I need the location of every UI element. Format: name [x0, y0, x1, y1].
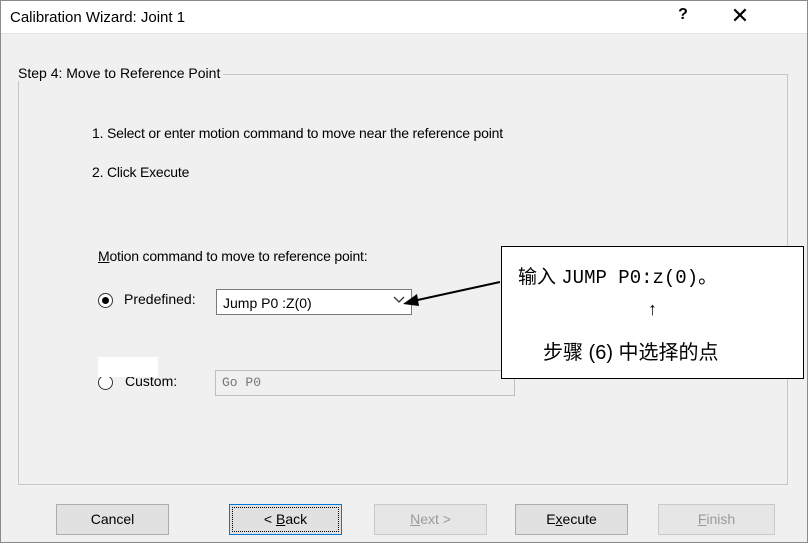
annotation-callout: 输入 JUMP P0:z(0)。 ↑ 步骤 (6) 中选择的点: [501, 246, 804, 379]
title-bar: Calibration Wizard: Joint 1 ? ✕: [1, 1, 807, 34]
motion-command-label: Motion command to move to reference poin…: [98, 248, 368, 264]
focus-ring: [232, 507, 339, 532]
window-title: Calibration Wizard: Joint 1: [10, 9, 186, 26]
finish-button[interactable]: Finish: [658, 504, 775, 535]
execute-hotkey: x: [555, 511, 563, 527]
next-rest: ext >: [420, 511, 451, 527]
callout-prefix: 输入: [518, 267, 562, 288]
predefined-radio-label: Predefined:: [124, 291, 196, 307]
calibration-wizard-dialog: Calibration Wizard: Joint 1 ? ✕ Step 4: …: [0, 0, 808, 543]
custom-command-input[interactable]: Go P0: [215, 370, 515, 396]
callout-note: 步骤 (6) 中选择的点: [543, 342, 719, 364]
help-button[interactable]: ?: [673, 6, 693, 24]
execute-prefix: E: [546, 511, 556, 527]
motion-label-hotkey: M: [98, 248, 110, 264]
predefined-command-value: Jump P0 :Z(0): [223, 295, 312, 311]
custom-command-value: Go P0: [222, 375, 262, 390]
motion-label-rest: otion command to move to reference point…: [109, 248, 368, 264]
instruction-1: 1. Select or enter motion command to mov…: [92, 125, 503, 141]
close-button[interactable]: ✕: [721, 3, 759, 29]
arrow-icon: [403, 281, 501, 306]
predefined-command-select[interactable]: Jump P0 :Z(0): [216, 289, 412, 315]
callout-suffix: 。: [698, 267, 718, 288]
back-button[interactable]: < Back: [229, 504, 342, 535]
redaction-box: [98, 357, 158, 377]
next-button[interactable]: Next >: [374, 504, 487, 535]
next-hotkey: N: [410, 511, 421, 527]
custom-radio[interactable]: [98, 375, 113, 390]
predefined-radio[interactable]: [98, 293, 113, 308]
instruction-2: 2. Click Execute: [92, 164, 190, 180]
step-legend: Step 4: Move to Reference Point: [15, 65, 224, 81]
callout-command: JUMP P0:z(0): [561, 267, 699, 289]
up-arrow-icon: ↑: [648, 299, 657, 319]
cancel-button[interactable]: Cancel: [56, 504, 169, 535]
execute-button[interactable]: Execute: [515, 504, 628, 535]
finish-rest: inish: [706, 511, 736, 527]
execute-rest: ecute: [562, 511, 597, 527]
callout-instruction: 输入 JUMP P0:z(0)。: [518, 262, 717, 289]
